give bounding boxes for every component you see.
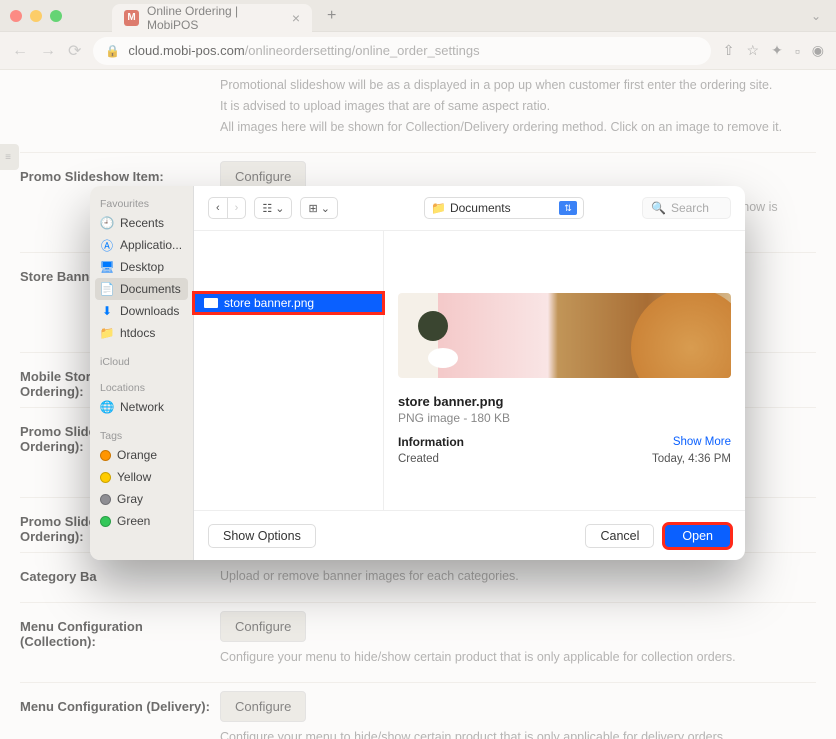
nav-buttons: ‹ › xyxy=(208,197,246,219)
tag-yellow[interactable]: Yellow xyxy=(90,466,193,488)
file-name: store banner.png xyxy=(224,296,314,310)
view-mode-button[interactable]: ☷ ⌄ xyxy=(254,197,292,219)
new-tab-button[interactable]: + xyxy=(327,7,336,25)
folder-icon: 📁 xyxy=(431,201,446,215)
tags-section: Tags xyxy=(90,426,193,444)
file-list: store banner.png xyxy=(194,231,384,510)
preview-filename: store banner.png xyxy=(398,394,731,409)
preview-subtitle: PNG image - 180 KB xyxy=(398,411,731,425)
sidebar-item-network[interactable]: 🌐Network xyxy=(90,396,193,418)
tag-green[interactable]: Green xyxy=(90,510,193,532)
share-icon[interactable]: ⇧ xyxy=(723,42,735,59)
browser-tab[interactable]: M Online Ordering | MobiPOS × xyxy=(112,4,312,32)
open-button[interactable]: Open xyxy=(664,524,731,548)
browser-tab-bar: M Online Ordering | MobiPOS × + ⌄ xyxy=(0,0,836,32)
sidebar-item-applications[interactable]: ⒶApplicatio... xyxy=(90,234,193,256)
download-icon: ⬇ xyxy=(100,304,114,318)
back-button[interactable]: ‹ xyxy=(208,197,227,219)
show-more-link[interactable]: Show More xyxy=(673,436,731,448)
extensions-icon[interactable]: ✦ xyxy=(771,42,783,59)
menu-collection-label: Menu Configuration (Collection): xyxy=(20,611,220,667)
close-tab-icon[interactable]: × xyxy=(292,10,300,26)
clock-icon: 🕘 xyxy=(100,216,114,230)
dialog-footer: Show Options Cancel Open xyxy=(194,510,745,560)
preview-image xyxy=(398,293,731,378)
url-path: /onlineordersetting/online_order_setting… xyxy=(245,43,480,58)
tab-title: Online Ordering | MobiPOS xyxy=(147,4,284,32)
forward-button[interactable]: › xyxy=(227,197,247,219)
forward-button[interactable]: → xyxy=(40,42,56,60)
close-window-button[interactable] xyxy=(10,10,22,22)
green-dot-icon xyxy=(100,516,111,527)
browser-toolbar: ← → ⟳ 🔒 cloud.mobi-pos.com/onlineorderse… xyxy=(0,32,836,70)
promo-desc-1: Promotional slideshow will be as a displ… xyxy=(220,76,816,95)
globe-icon: 🌐 xyxy=(100,400,114,414)
tag-gray[interactable]: Gray xyxy=(90,488,193,510)
cancel-button[interactable]: Cancel xyxy=(585,524,654,548)
show-options-button[interactable]: Show Options xyxy=(208,524,316,548)
minimize-window-button[interactable] xyxy=(30,10,42,22)
folder-icon: 📁 xyxy=(100,326,114,340)
lock-icon: 🔒 xyxy=(105,44,120,58)
document-icon: 📄 xyxy=(100,282,114,296)
reload-button[interactable]: ⟳ xyxy=(68,41,81,61)
sidebar-toggle-tab[interactable]: ≡ xyxy=(0,144,19,170)
category-banner-label: Category Ba xyxy=(20,561,220,586)
url-domain: cloud.mobi-pos.com xyxy=(128,43,244,58)
created-label: Created xyxy=(398,453,439,465)
dialog-content: store banner.png store banner.png PNG im… xyxy=(194,231,745,510)
gray-dot-icon xyxy=(100,494,111,505)
tab-overflow-icon[interactable]: ⌄ xyxy=(811,9,826,23)
image-file-icon xyxy=(204,298,218,308)
promo-desc-2: It is advised to upload images that are … xyxy=(220,97,816,116)
sidebar-item-recents[interactable]: 🕘Recents xyxy=(90,212,193,234)
bookmark-icon[interactable]: ☆ xyxy=(747,42,760,59)
info-title: Information xyxy=(398,435,464,449)
search-icon: 🔍 xyxy=(651,201,666,215)
menu-delivery-label: Menu Configuration (Delivery): xyxy=(20,691,220,739)
window-controls xyxy=(10,10,62,22)
file-row-selected[interactable]: store banner.png xyxy=(194,293,383,313)
sidebar-item-htdocs[interactable]: 📁htdocs xyxy=(90,322,193,344)
locations-section: Locations xyxy=(90,378,193,396)
sidebar-item-documents[interactable]: 📄Documents xyxy=(95,278,188,300)
profile-icon[interactable]: ◉ xyxy=(812,42,824,59)
configure-button[interactable]: Configure xyxy=(220,691,306,722)
desktop-icon: 🖥 xyxy=(100,260,114,274)
back-button[interactable]: ← xyxy=(12,42,28,60)
dialog-toolbar: ‹ › ☷ ⌄ ⊞ ⌄ 📁 Documents ⇅ 🔍 Search xyxy=(194,186,745,231)
tag-orange[interactable]: Orange xyxy=(90,444,193,466)
file-open-dialog: Favourites 🕘Recents ⒶApplicatio... 🖥Desk… xyxy=(90,186,745,560)
search-placeholder: Search xyxy=(671,201,709,215)
configure-button[interactable]: Configure xyxy=(220,611,306,642)
search-field[interactable]: 🔍 Search xyxy=(642,197,731,219)
group-button[interactable]: ⊞ ⌄ xyxy=(300,197,338,219)
tab-favicon: M xyxy=(124,10,139,26)
sidebar-item-desktop[interactable]: 🖥Desktop xyxy=(90,256,193,278)
yellow-dot-icon xyxy=(100,472,111,483)
location-label: Documents xyxy=(450,201,511,215)
created-value: Today, 4:36 PM xyxy=(652,453,731,465)
dialog-sidebar: Favourites 🕘Recents ⒶApplicatio... 🖥Desk… xyxy=(90,186,194,560)
sidebar-icon[interactable]: ▫ xyxy=(795,43,800,59)
location-dropdown[interactable]: 📁 Documents ⇅ xyxy=(424,197,584,219)
menu-delivery-desc: Configure your menu to hide/show certain… xyxy=(220,728,816,739)
icloud-section: iCloud xyxy=(90,352,193,370)
dropdown-arrows-icon: ⇅ xyxy=(559,201,577,215)
apps-icon: Ⓐ xyxy=(100,238,114,252)
dialog-main: ‹ › ☷ ⌄ ⊞ ⌄ 📁 Documents ⇅ 🔍 Search store… xyxy=(194,186,745,560)
address-bar[interactable]: 🔒 cloud.mobi-pos.com/onlineordersetting/… xyxy=(93,37,710,65)
preview-pane: store banner.png PNG image - 180 KB Info… xyxy=(384,231,745,510)
maximize-window-button[interactable] xyxy=(50,10,62,22)
menu-collection-desc: Configure your menu to hide/show certain… xyxy=(220,648,816,667)
sidebar-item-downloads[interactable]: ⬇Downloads xyxy=(90,300,193,322)
promo-desc-3: All images here will be shown for Collec… xyxy=(220,118,816,137)
category-desc: Upload or remove banner images for each … xyxy=(220,567,816,586)
orange-dot-icon xyxy=(100,450,111,461)
favourites-section: Favourites xyxy=(90,194,193,212)
